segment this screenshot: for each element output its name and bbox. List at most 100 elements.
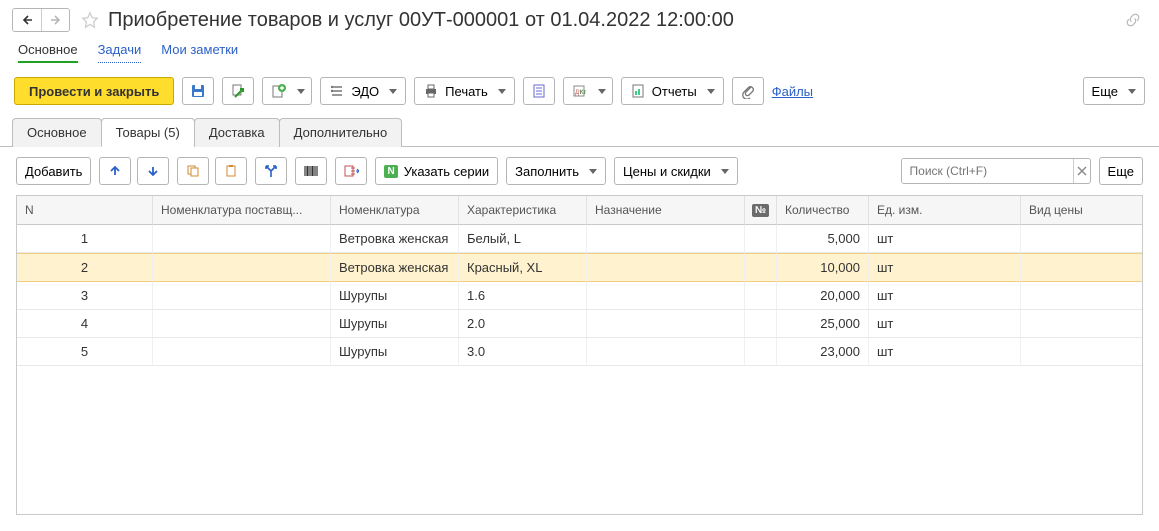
- cell-no[interactable]: [745, 225, 777, 253]
- paste-button[interactable]: [215, 157, 247, 185]
- barcode-button[interactable]: [295, 157, 327, 185]
- cell-no[interactable]: [745, 282, 777, 310]
- cell-unit[interactable]: шт: [869, 310, 1021, 338]
- subnav-main[interactable]: Основное: [18, 42, 78, 63]
- cell-qty[interactable]: 5,000: [777, 225, 869, 253]
- files-link[interactable]: Файлы: [772, 84, 813, 99]
- cell-price-type[interactable]: [1021, 253, 1143, 282]
- cell-qty[interactable]: 10,000: [777, 253, 869, 282]
- cell-nom-supplier[interactable]: [153, 282, 331, 310]
- col-header-price-type[interactable]: Вид цены: [1021, 196, 1143, 225]
- forward-button[interactable]: [41, 9, 69, 31]
- split-arrows-icon: [264, 164, 278, 178]
- cell-char[interactable]: 1.6: [459, 282, 587, 310]
- save-button[interactable]: [182, 77, 214, 105]
- cell-assign[interactable]: [587, 282, 745, 310]
- vat-button[interactable]: [523, 77, 555, 105]
- cell-nom[interactable]: Шурупы: [331, 282, 459, 310]
- col-header-assign[interactable]: Назначение: [587, 196, 745, 225]
- edo-label: ЭДО: [351, 84, 379, 99]
- submit-close-button[interactable]: Провести и закрыть: [14, 77, 174, 105]
- cell-no[interactable]: [745, 310, 777, 338]
- tab-tovary[interactable]: Товары (5): [101, 118, 195, 147]
- table-more-button[interactable]: Еще: [1099, 157, 1143, 185]
- chevron-down-icon: [721, 169, 729, 174]
- col-header-nom-supplier[interactable]: Номенклатура поставщ...: [153, 196, 331, 225]
- cell-nom[interactable]: Ветровка женская: [331, 253, 459, 282]
- post-icon: [230, 83, 246, 99]
- col-header-char[interactable]: Характеристика: [459, 196, 587, 225]
- back-button[interactable]: [13, 9, 41, 31]
- chevron-down-icon: [707, 89, 715, 94]
- cell-char[interactable]: Белый, L: [459, 225, 587, 253]
- cell-qty[interactable]: 23,000: [777, 338, 869, 366]
- cell-price-type[interactable]: [1021, 225, 1143, 253]
- cell-char[interactable]: 3.0: [459, 338, 587, 366]
- cell-price-type[interactable]: [1021, 282, 1143, 310]
- search-box: [901, 158, 1091, 184]
- create-based-button[interactable]: [262, 77, 312, 105]
- permalink-icon[interactable]: [1123, 10, 1143, 30]
- cell-price-type[interactable]: [1021, 338, 1143, 366]
- col-header-no[interactable]: №: [745, 196, 777, 225]
- cell-no[interactable]: [745, 338, 777, 366]
- favorite-icon[interactable]: [80, 10, 100, 30]
- cell-unit[interactable]: шт: [869, 253, 1021, 282]
- cell-no[interactable]: [745, 253, 777, 282]
- import-button[interactable]: [335, 157, 367, 185]
- cell-nom-supplier[interactable]: [153, 310, 331, 338]
- cell-n[interactable]: 3: [17, 282, 153, 310]
- cell-nom[interactable]: Ветровка женская: [331, 225, 459, 253]
- cell-qty[interactable]: 20,000: [777, 282, 869, 310]
- tab-osnovnoe[interactable]: Основное: [12, 118, 102, 147]
- cell-nom-supplier[interactable]: [153, 338, 331, 366]
- cell-char[interactable]: 2.0: [459, 310, 587, 338]
- tab-dostavka[interactable]: Доставка: [194, 118, 280, 147]
- close-icon: [1077, 166, 1087, 176]
- n-badge-icon: N: [384, 165, 397, 178]
- cell-assign[interactable]: [587, 225, 745, 253]
- cell-nom-supplier[interactable]: [153, 253, 331, 282]
- add-row-button[interactable]: Добавить: [16, 157, 91, 185]
- copy-button[interactable]: [177, 157, 209, 185]
- clear-search-button[interactable]: [1073, 159, 1090, 183]
- search-input[interactable]: [902, 159, 1073, 183]
- cell-unit[interactable]: шт: [869, 282, 1021, 310]
- cell-unit[interactable]: шт: [869, 338, 1021, 366]
- distribute-button[interactable]: [255, 157, 287, 185]
- post-button[interactable]: [222, 77, 254, 105]
- cell-n[interactable]: 1: [17, 225, 153, 253]
- print-button[interactable]: Печать: [414, 77, 515, 105]
- edo-button[interactable]: ЭДО: [320, 77, 406, 105]
- prices-button[interactable]: Цены и скидки: [614, 157, 738, 185]
- move-down-button[interactable]: [137, 157, 169, 185]
- cell-assign[interactable]: [587, 253, 745, 282]
- cell-n[interactable]: 4: [17, 310, 153, 338]
- cell-nom-supplier[interactable]: [153, 225, 331, 253]
- cell-unit[interactable]: шт: [869, 225, 1021, 253]
- reports-button[interactable]: Отчеты: [621, 77, 724, 105]
- cell-assign[interactable]: [587, 338, 745, 366]
- cell-char[interactable]: Красный, XL: [459, 253, 587, 282]
- subnav-tasks[interactable]: Задачи: [98, 42, 142, 63]
- col-header-nom[interactable]: Номенклатура: [331, 196, 459, 225]
- series-button[interactable]: N Указать серии: [375, 157, 498, 185]
- fill-button[interactable]: Заполнить: [506, 157, 606, 185]
- col-header-qty[interactable]: Количество: [777, 196, 869, 225]
- cell-nom[interactable]: Шурупы: [331, 310, 459, 338]
- cell-n[interactable]: 2: [17, 253, 153, 282]
- tab-dop[interactable]: Дополнительно: [279, 118, 403, 147]
- cell-nom[interactable]: Шурупы: [331, 338, 459, 366]
- chevron-down-icon: [598, 89, 606, 94]
- move-up-button[interactable]: [99, 157, 131, 185]
- subnav-notes[interactable]: Мои заметки: [161, 42, 238, 63]
- attach-button[interactable]: [732, 77, 764, 105]
- cell-assign[interactable]: [587, 310, 745, 338]
- more-button[interactable]: Еще: [1083, 77, 1145, 105]
- col-header-n[interactable]: N: [17, 196, 153, 225]
- dt-kt-button[interactable]: ДтКт: [563, 77, 613, 105]
- col-header-unit[interactable]: Ед. изм.: [869, 196, 1021, 225]
- cell-n[interactable]: 5: [17, 338, 153, 366]
- cell-price-type[interactable]: [1021, 310, 1143, 338]
- cell-qty[interactable]: 25,000: [777, 310, 869, 338]
